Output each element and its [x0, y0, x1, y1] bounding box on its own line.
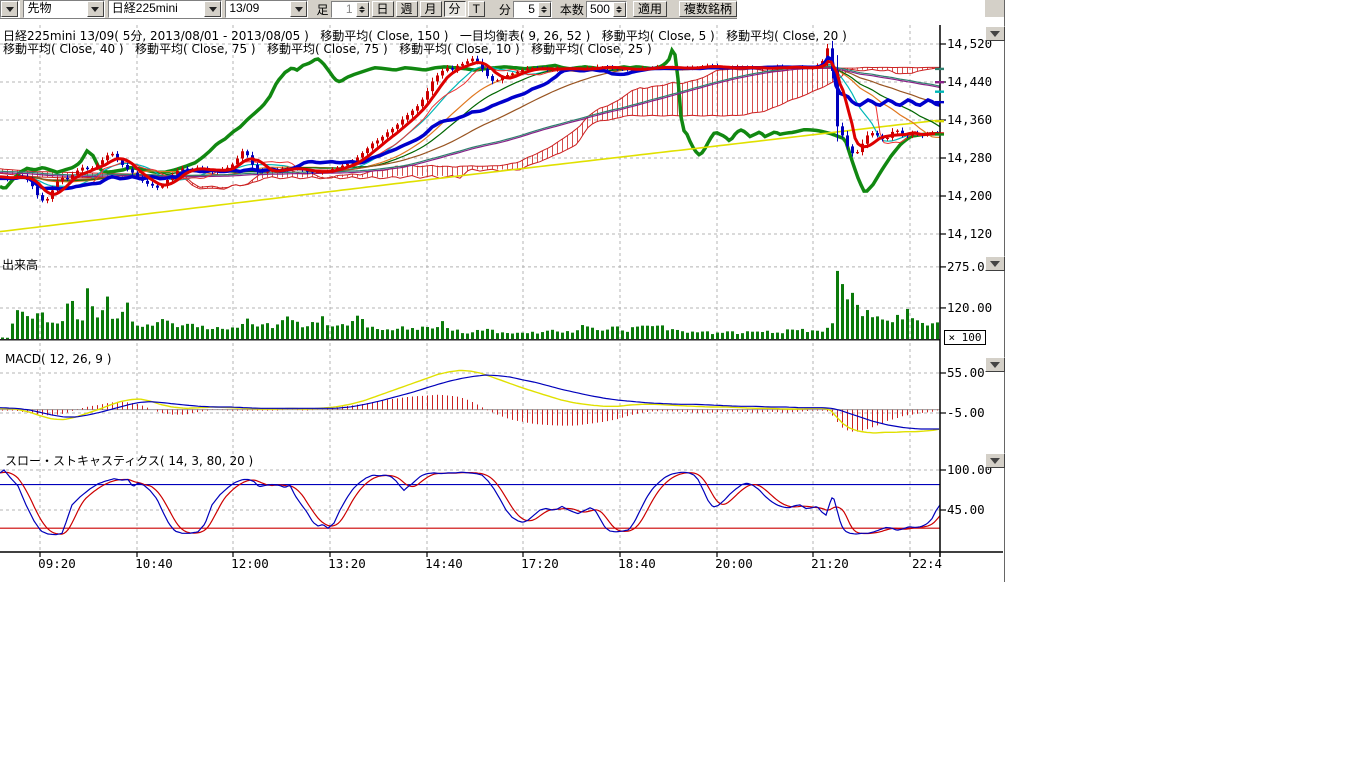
axis-label: 45.00: [947, 502, 985, 517]
time-axis-label: 18:40: [618, 556, 656, 571]
volume-pane-label: 出来高: [2, 256, 38, 273]
time-axis-label: 14:40: [425, 556, 463, 571]
app-window: 14,52014,44014,36014,28014,20014,120275.…: [0, 0, 1366, 768]
legend-row-2: 移動平均( Close, 40 ) 移動平均( Close, 75 ) 移動平均…: [3, 40, 652, 57]
price-pane-dropdown-button[interactable]: [985, 26, 1005, 41]
time-axis-label: 10:40: [135, 556, 173, 571]
time-axis-label: 20:00: [715, 556, 753, 571]
axis-label: 14,280: [947, 150, 992, 165]
time-axis-label: 09:20: [38, 556, 76, 571]
time-axis-label: 13:20: [328, 556, 366, 571]
axis-label: 55.00: [947, 365, 985, 380]
stoch-pane-dropdown-button[interactable]: [985, 453, 1005, 468]
chevron-down-icon: [990, 458, 1000, 464]
volume-multiplier-box: × 100: [944, 330, 986, 345]
chart-canvas[interactable]: 14,52014,44014,36014,28014,20014,120275.…: [0, 0, 1010, 600]
chevron-down-icon: [990, 261, 1000, 267]
axis-label: 14,360: [947, 112, 992, 127]
time-axis-label: 22:4: [912, 556, 942, 571]
chevron-down-icon: [990, 362, 1000, 368]
macd-pane-label: MACD( 12, 26, 9 ): [5, 352, 111, 366]
axis-label: 14,200: [947, 188, 992, 203]
volume-pane-dropdown-button[interactable]: [985, 256, 1005, 271]
stoch-pane-label: スロー・ストキャスティクス( 14, 3, 80, 20 ): [5, 452, 253, 469]
axis-label: 14,440: [947, 74, 992, 89]
chevron-down-icon: [990, 31, 1000, 37]
time-axis-label: 17:20: [521, 556, 559, 571]
axis-label: -5.00: [947, 405, 985, 420]
axis-label: 14,120: [947, 226, 992, 241]
time-axis-label: 12:00: [231, 556, 269, 571]
macd-pane-dropdown-button[interactable]: [985, 357, 1005, 372]
axis-label: 120.00: [947, 300, 992, 315]
time-axis-label: 21:20: [811, 556, 849, 571]
